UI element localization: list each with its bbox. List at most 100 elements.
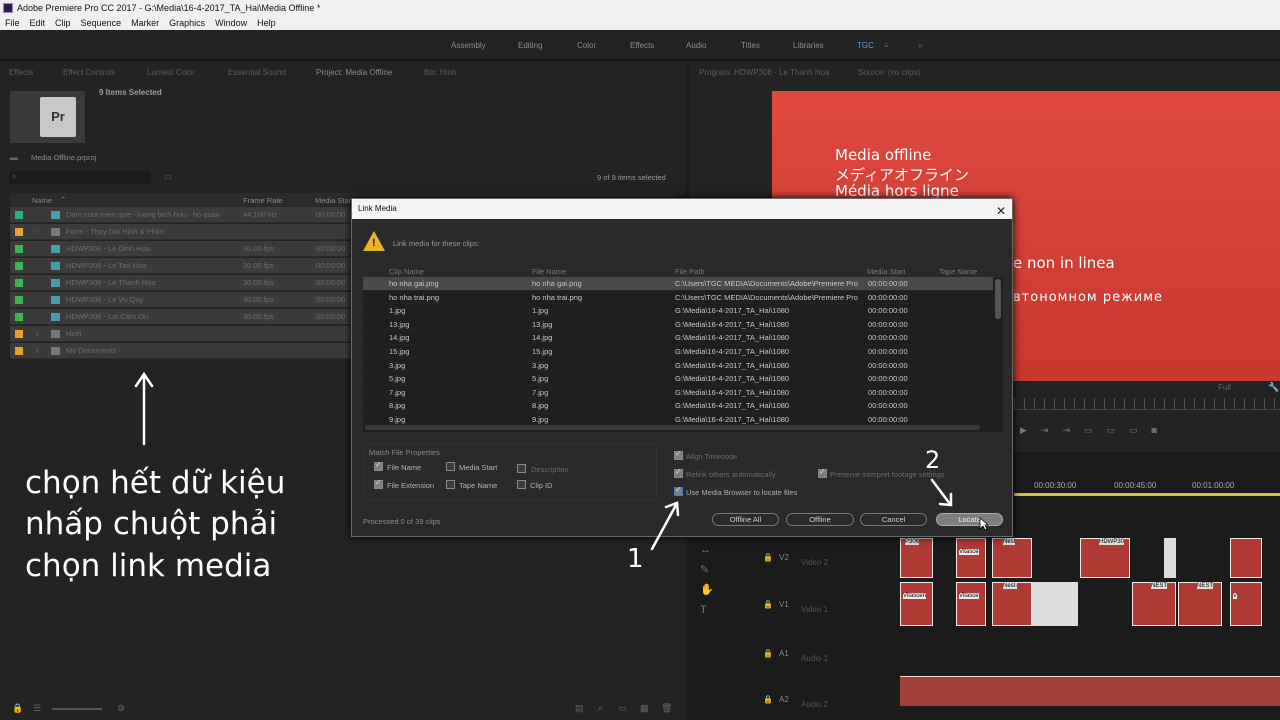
close-icon[interactable]: ✕ (996, 201, 1006, 221)
timeline-tools[interactable]: ↔ ✎ ✋ T (700, 540, 720, 620)
expand-arrow-icon[interactable]: › (36, 343, 39, 359)
tab-bin-hinh[interactable]: Bin: Hinh (424, 68, 456, 77)
workspace-color[interactable]: Color (577, 41, 596, 50)
tab-program[interactable]: Program: HDWP306 - Le Thanh Hoa (699, 68, 830, 77)
col-file-name[interactable]: File Name (532, 267, 566, 276)
clip-row[interactable]: 5.jpg 5.jpg G:\Media\16-4-2017_TA_Hai\1080… (363, 372, 993, 386)
project-search-input[interactable]: ⌕ (9, 171, 151, 184)
description-checkbox[interactable] (517, 464, 526, 473)
col-clip-name[interactable]: Clip Name (389, 267, 424, 276)
tab-project[interactable]: Project: Media Offline (316, 68, 392, 77)
clip[interactable]: V (1230, 582, 1262, 626)
menu-marker[interactable]: Marker (126, 16, 164, 30)
label-color-swatch[interactable] (15, 211, 23, 219)
clip-row[interactable]: 13.jpg 13.jpg G:\Media\16-4-2017_TA_Hai\10… (363, 318, 993, 332)
settings-icon[interactable]: ⚙ (117, 703, 125, 714)
clip-row[interactable]: 8.jpg 8.jpg G:\Media\16-4-2017_TA_Hai\1080… (363, 399, 993, 413)
lock-icon[interactable]: 🔒 (12, 703, 23, 714)
file-extension-checkbox[interactable] (374, 478, 383, 489)
label-color-swatch[interactable] (15, 347, 23, 355)
workspace-libraries[interactable]: Libraries (793, 41, 824, 50)
menu-help[interactable]: Help (252, 16, 281, 30)
col-media-start[interactable]: Media Start (867, 267, 905, 276)
workspace-audio[interactable]: Audio (686, 41, 706, 50)
locate-button[interactable]: Locate (936, 513, 1003, 526)
clip-id-checkbox[interactable] (517, 480, 526, 489)
col-media-start[interactable]: Media Start (315, 196, 353, 205)
menu-graphics[interactable]: Graphics (164, 16, 210, 30)
clip[interactable]: Vitascen (900, 582, 933, 626)
workspace-titles[interactable]: Titles (741, 41, 760, 50)
use-media-browser-checkbox[interactable] (674, 485, 683, 496)
clip[interactable]: Nest (992, 538, 1032, 578)
transition[interactable] (1164, 538, 1176, 578)
clip[interactable] (1230, 538, 1262, 578)
tab-source[interactable]: Source: (no clips) (858, 68, 920, 77)
track-a1[interactable]: A1 (779, 649, 789, 658)
timeline-ruler[interactable]: 00:00:30:00 00:00:45:00 00:01:00:00 (1014, 479, 1280, 497)
track-a2[interactable]: A2 (779, 695, 789, 704)
new-item-icon[interactable]: ▦ (640, 703, 649, 714)
label-color-swatch[interactable] (15, 262, 23, 270)
workspace-assembly[interactable]: Assembly (451, 41, 486, 50)
list-view-icon[interactable]: ☰ (33, 703, 41, 714)
file-name-checkbox[interactable] (374, 460, 383, 471)
offline-all-button[interactable]: Offline All (712, 513, 779, 526)
tab-lumetri-color[interactable]: Lumetri Color (147, 68, 195, 77)
workspace-tgc[interactable]: TGC (857, 41, 874, 50)
relink-auto-checkbox[interactable] (674, 467, 683, 478)
col-frame-rate[interactable]: Frame Rate (243, 196, 283, 205)
workspace-effects[interactable]: Effects (630, 41, 654, 50)
lock-icon[interactable]: 🔒 (763, 553, 773, 562)
transport-controls[interactable]: ▶⇥⇥▭▭▭◙ (1020, 425, 1171, 436)
align-timecode-checkbox[interactable] (674, 449, 683, 460)
tab-effects[interactable]: Effects (9, 68, 33, 77)
bin-add-icon[interactable]: ▤ (575, 703, 584, 714)
col-file-path[interactable]: File Path (675, 267, 705, 276)
horizontal-scrollbar[interactable] (365, 425, 980, 430)
clip[interactable]: Nest- (992, 582, 1032, 626)
tab-effect-controls[interactable]: Effect Controls (63, 68, 115, 77)
wrench-icon[interactable]: 🔧 (1268, 382, 1279, 393)
media-start-checkbox[interactable] (446, 462, 455, 471)
new-bin-icon[interactable]: ▭ (164, 172, 172, 181)
clip[interactable]: HDWP30 (1080, 538, 1130, 578)
folder-icon[interactable]: ▭ (618, 703, 627, 714)
menu-clip[interactable]: Clip (50, 16, 76, 30)
transition[interactable] (1032, 582, 1078, 626)
trash-icon[interactable]: 🗑 (661, 703, 672, 714)
label-color-swatch[interactable] (15, 228, 23, 236)
label-color-swatch[interactable] (15, 330, 23, 338)
workspace-editing[interactable]: Editing (518, 41, 542, 50)
expand-arrow-icon[interactable]: › (36, 224, 39, 240)
zoom-select[interactable]: Full (1218, 383, 1231, 392)
menu-lines-icon[interactable]: ≡ (884, 41, 889, 50)
lock-icon[interactable]: 🔒 (763, 649, 773, 658)
col-tape-name[interactable]: Tape Name (939, 267, 977, 276)
clip[interactable]: Vitasce (956, 582, 986, 626)
zoom-slider[interactable] (52, 708, 102, 710)
clip-row[interactable]: ho nha gai.png ho nha gai.png C:\Users\TGC… (363, 277, 993, 291)
menu-window[interactable]: Window (210, 16, 252, 30)
label-color-swatch[interactable] (15, 296, 23, 304)
track-v2[interactable]: V2 (779, 553, 789, 562)
chevron-right-icon[interactable]: » (918, 41, 922, 50)
clip-row[interactable]: 7.jpg 7.jpg G:\Media\16-4-2017_TA_Hai\1080… (363, 386, 993, 400)
audio-clip[interactable] (900, 676, 1280, 706)
clip-row[interactable]: ho nha trai.png ho nha trai.png C:\Users\T… (363, 291, 993, 305)
menu-file[interactable]: File (0, 16, 25, 30)
clip[interactable]: NEST (1178, 582, 1222, 626)
label-color-swatch[interactable] (15, 313, 23, 321)
timeline-clips[interactable]: P306 Vitasce Nest HDWP30 Vitascen Vitasc… (900, 536, 1280, 626)
menu-edit[interactable]: Edit (25, 16, 51, 30)
clip-row[interactable]: 14.jpg 14.jpg G:\Media\16-4-2017_TA_Hai\10… (363, 331, 993, 345)
label-color-swatch[interactable] (15, 279, 23, 287)
tab-essential-sound[interactable]: Essential Sound (228, 68, 286, 77)
col-name[interactable]: Name (32, 196, 52, 205)
cancel-button[interactable]: Cancel (860, 513, 927, 526)
menu-sequence[interactable]: Sequence (76, 16, 127, 30)
tape-name-checkbox[interactable] (446, 480, 455, 489)
clip[interactable]: P306 (900, 538, 933, 578)
lock-icon[interactable]: 🔒 (763, 695, 773, 704)
clip-row[interactable]: 15.jpg 15.jpg G:\Media\16-4-2017_TA_Hai\10… (363, 345, 993, 359)
